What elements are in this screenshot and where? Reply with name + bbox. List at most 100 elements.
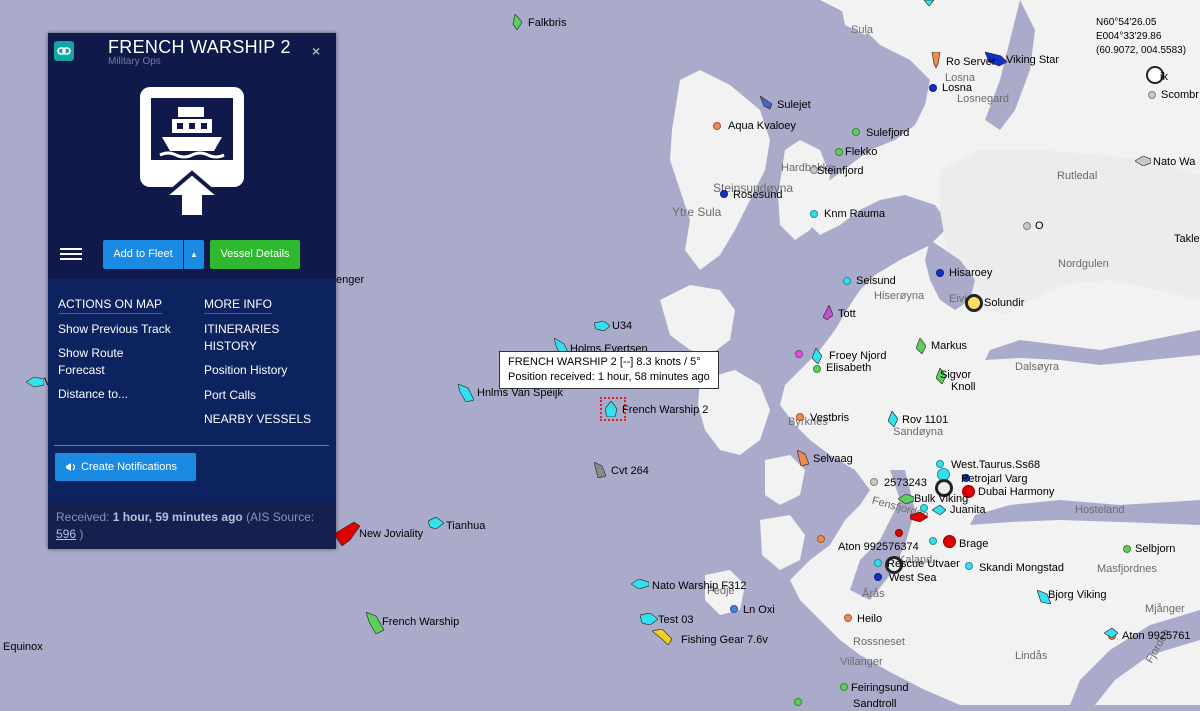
vessel-label: Flekko bbox=[845, 146, 878, 158]
vessel-arrow[interactable] bbox=[640, 613, 658, 625]
vessel-marker[interactable] bbox=[936, 269, 944, 277]
add-to-fleet-button[interactable]: Add to Fleet bbox=[103, 240, 183, 269]
vessel-arrow[interactable] bbox=[888, 411, 898, 427]
vessel-arrow[interactable] bbox=[594, 321, 610, 331]
place-hosteland: Hosteland bbox=[1075, 504, 1125, 516]
vessel-label: Losna bbox=[942, 82, 972, 94]
vessel-arrow[interactable] bbox=[930, 52, 942, 68]
vessel-marker[interactable] bbox=[874, 573, 882, 581]
vessel-details-button[interactable]: Vessel Details bbox=[210, 240, 300, 269]
vessel-label: Markus bbox=[931, 340, 968, 352]
vessel-arrow[interactable] bbox=[760, 96, 774, 110]
vessel-label: Nato Warship F312 bbox=[652, 580, 747, 592]
vessel-marker[interactable] bbox=[844, 614, 852, 622]
vessel-marker[interactable] bbox=[852, 128, 860, 136]
nearby-vessels-link[interactable]: NEARBY VESSELS bbox=[204, 411, 311, 428]
ais-source-link[interactable]: 596 bbox=[56, 527, 76, 541]
vessel-arrow[interactable] bbox=[1135, 156, 1151, 166]
vessel-arrow[interactable] bbox=[1104, 628, 1118, 638]
show-route-forecast-link-2[interactable]: Forecast bbox=[58, 362, 105, 379]
vessel-marker[interactable] bbox=[817, 535, 825, 543]
more-info-header: MORE INFO bbox=[204, 297, 272, 314]
vessel-label: Bjorg Viking bbox=[1048, 589, 1107, 601]
vessel-label: Skandi Mongstad bbox=[979, 562, 1064, 574]
vessel-marker[interactable] bbox=[713, 122, 721, 130]
vessel-label: Viking Star bbox=[1006, 54, 1059, 66]
vessel-label: West Sea bbox=[889, 572, 937, 584]
vessel-arrow[interactable] bbox=[512, 14, 524, 30]
vessel-arrow[interactable] bbox=[797, 450, 809, 466]
vessel-arrow[interactable] bbox=[812, 348, 822, 364]
vessel-label: Petrojarl Varg bbox=[961, 473, 1028, 485]
close-icon[interactable]: × bbox=[312, 43, 320, 59]
vessel-arrow[interactable] bbox=[898, 494, 914, 504]
position-history-link[interactable]: Position History bbox=[204, 362, 287, 379]
station-marker[interactable] bbox=[965, 294, 983, 312]
vessel-label: Rov 1101 bbox=[902, 414, 949, 426]
link-icon[interactable] bbox=[54, 41, 74, 61]
vessel-arrow[interactable] bbox=[652, 629, 676, 645]
vessel-marker[interactable] bbox=[929, 537, 937, 545]
itineraries-history-link[interactable]: ITINERARIES bbox=[204, 321, 279, 338]
vessel-label: O bbox=[1035, 220, 1044, 232]
vessel-marker[interactable] bbox=[795, 350, 803, 358]
actions-header: ACTIONS ON MAP bbox=[58, 297, 163, 314]
vessel-arrow[interactable] bbox=[428, 517, 444, 529]
itineraries-history-link-2[interactable]: HISTORY bbox=[204, 338, 257, 355]
vessel-arrow[interactable] bbox=[594, 462, 606, 478]
port-calls-link[interactable]: Port Calls bbox=[204, 387, 256, 404]
received-time: 1 hour, 59 minutes ago bbox=[112, 510, 243, 524]
vessel-arrow[interactable] bbox=[26, 377, 44, 387]
vessel-marker[interactable] bbox=[810, 210, 818, 218]
vessel-arrow[interactable] bbox=[924, 0, 934, 6]
vessel-marker[interactable] bbox=[895, 529, 903, 537]
vessel-label: Dubai Harmony bbox=[978, 486, 1055, 498]
vessel-marker[interactable] bbox=[840, 683, 848, 691]
bell-icon bbox=[65, 453, 77, 484]
vessel-marker[interactable] bbox=[796, 413, 804, 421]
vessel-arrow[interactable] bbox=[458, 384, 474, 402]
vessel-label: Takle bbox=[1174, 233, 1200, 245]
vessel-marker[interactable] bbox=[730, 605, 738, 613]
distance-to-link[interactable]: Distance to... bbox=[58, 386, 128, 403]
vessel-arrow[interactable] bbox=[932, 505, 946, 515]
vessel-marker[interactable] bbox=[1148, 91, 1156, 99]
vessel-arrow[interactable] bbox=[823, 305, 833, 320]
vessel-label: Solundir bbox=[984, 297, 1025, 309]
show-previous-track-link[interactable]: Show Previous Track bbox=[58, 321, 171, 338]
vessel-label: Aton 9925761 bbox=[1122, 630, 1191, 642]
vessel-label: Brage bbox=[959, 538, 989, 550]
place-rossneset: Rossneset bbox=[853, 636, 905, 648]
vessel-label: Elisabeth bbox=[826, 362, 872, 374]
received-suffix: ) bbox=[76, 527, 84, 541]
vessel-marker[interactable] bbox=[720, 190, 728, 198]
vessel-marker[interactable] bbox=[1123, 545, 1131, 553]
vessel-arrow[interactable] bbox=[910, 512, 928, 522]
vessel-label: Feiringsund bbox=[851, 682, 909, 694]
vessel-marker[interactable] bbox=[929, 84, 937, 92]
vessel-marker[interactable] bbox=[874, 559, 882, 567]
caret-up-icon[interactable]: ▲ bbox=[184, 240, 204, 269]
place-nordgulen: Nordgulen bbox=[1058, 258, 1109, 270]
hamburger-icon[interactable] bbox=[60, 245, 82, 263]
vessel-label: New Joviality bbox=[359, 528, 424, 540]
create-notifications-button[interactable]: Create Notifications bbox=[55, 453, 196, 481]
vessel-marker[interactable] bbox=[1023, 222, 1031, 230]
vessel-marker[interactable] bbox=[813, 365, 821, 373]
vessel-label: Aton 992576374 bbox=[838, 541, 919, 553]
vessel-arrow[interactable] bbox=[916, 338, 926, 354]
vessel-marker[interactable] bbox=[943, 535, 956, 548]
vessel-label: Vestbris bbox=[810, 412, 850, 424]
vessel-marker[interactable] bbox=[835, 148, 843, 156]
vessel-label: Ln Oxi bbox=[743, 604, 775, 616]
vessel-marker[interactable] bbox=[936, 460, 944, 468]
create-notifications-label: Create Notifications bbox=[81, 461, 177, 473]
vessel-label: Equinox bbox=[3, 641, 43, 653]
vessel-arrow[interactable] bbox=[334, 522, 360, 546]
vessel-marker[interactable] bbox=[843, 277, 851, 285]
vessel-arrow[interactable] bbox=[631, 579, 649, 589]
show-route-forecast-link[interactable]: Show Route bbox=[58, 345, 123, 362]
vessel-marker[interactable] bbox=[965, 562, 973, 570]
vessel-label: French Warship 2 bbox=[622, 404, 709, 416]
vessel-marker[interactable] bbox=[870, 478, 878, 486]
